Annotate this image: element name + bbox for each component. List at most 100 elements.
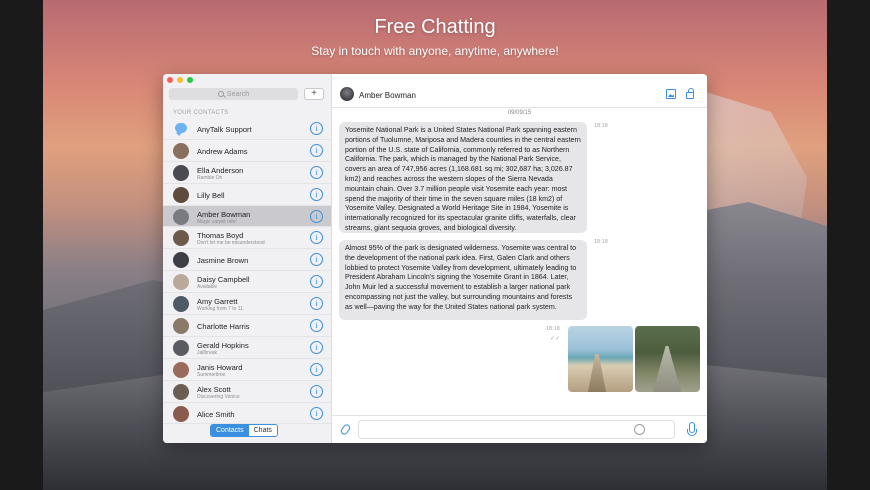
date-separator: 09/09/15 — [507, 110, 532, 116]
hero-title: Free Chatting — [374, 16, 496, 38]
image-icon[interactable] — [666, 89, 676, 99]
list-item[interactable]: Alex Scott Discovering Venice i — [163, 381, 331, 403]
microphone-icon[interactable] — [687, 422, 697, 436]
minimize-window-button[interactable] — [177, 77, 183, 83]
info-icon[interactable]: i — [310, 340, 323, 354]
contact-name: Daisy Campbell — [197, 275, 250, 285]
chat-contact-name: Amber Bowman — [359, 91, 416, 100]
window-controls — [167, 77, 193, 83]
list-item[interactable]: Amy Garrett Working from 7 to 11 i — [163, 293, 331, 316]
chat-header: Amber Bowman — [332, 74, 707, 108]
info-icon[interactable]: i — [310, 209, 323, 223]
contact-name: Amber Bowman — [197, 209, 251, 219]
info-icon[interactable]: i — [310, 143, 323, 157]
avatar — [173, 208, 189, 225]
list-item[interactable]: Thomas Boyd Don't let me be misunderstood… — [163, 227, 331, 250]
info-icon[interactable]: i — [310, 384, 323, 398]
chat-pane: Amber Bowman 09/09/15 Yosemite National … — [332, 74, 707, 443]
list-item[interactable]: Daisy Campbell Available i — [163, 271, 331, 294]
info-icon[interactable]: i — [310, 165, 323, 179]
read-receipt: ✓✓ — [550, 336, 561, 342]
message-time: 18:18 — [594, 239, 608, 245]
contact-name: Alex Scott — [197, 384, 231, 394]
contact-name: Alice Smith — [197, 409, 235, 419]
search-icon — [217, 91, 224, 97]
info-icon[interactable]: i — [310, 187, 323, 201]
info-icon[interactable]: i — [310, 231, 323, 245]
message-bubble[interactable]: Almost 95% of the park is designated wil… — [339, 240, 587, 320]
avatar — [173, 405, 189, 422]
avatar[interactable] — [340, 87, 354, 101]
avatar — [173, 142, 189, 159]
list-item[interactable]: Ella Anderson Ramble On i — [163, 162, 331, 184]
info-icon[interactable]: i — [310, 122, 323, 135]
avatar — [173, 318, 189, 335]
chat-bubble-icon — [175, 123, 187, 133]
contact-name: Ella Anderson — [197, 165, 244, 175]
section-label: YOUR CONTACTS — [173, 110, 229, 116]
sidebar: Search + YOUR CONTACTS AnyTalk Support i A… — [163, 74, 332, 443]
avatar — [173, 383, 189, 400]
message-bubble[interactable]: Yosemite National Park is a United State… — [339, 122, 587, 233]
message-time: 18:18 — [546, 326, 560, 332]
avatar — [173, 361, 189, 378]
avatar — [173, 230, 189, 247]
info-icon[interactable]: i — [310, 275, 323, 289]
contact-name: Gerald Hopkins — [197, 340, 249, 350]
tab-contacts[interactable]: Contacts — [211, 425, 249, 436]
info-icon[interactable]: i — [310, 362, 323, 376]
contact-list: AnyTalk Support i Andrew Adams i Ella Anders… — [163, 118, 331, 425]
search-placeholder: Search — [226, 90, 250, 98]
close-window-button[interactable] — [167, 77, 173, 83]
info-icon[interactable]: i — [310, 319, 323, 333]
avatar — [173, 296, 189, 313]
avatar — [173, 252, 189, 269]
list-item[interactable]: Lilly Bell i — [163, 184, 331, 206]
list-item[interactable]: Gerald Hopkins Jailbreak i — [163, 337, 331, 359]
avatar — [173, 339, 189, 356]
contact-name: Andrew Adams — [197, 146, 248, 156]
contact-status: Magic carpet ride! — [197, 218, 237, 225]
message-input[interactable] — [358, 420, 675, 439]
info-icon[interactable]: i — [310, 297, 323, 311]
contact-status: Working from 7 to 11 — [197, 306, 243, 313]
avatar — [173, 274, 189, 291]
composer — [332, 415, 707, 443]
paperclip-icon[interactable] — [339, 422, 352, 437]
search-input[interactable]: Search — [169, 88, 298, 100]
contact-status: Jailbreak — [197, 349, 218, 356]
add-contact-button[interactable]: + — [304, 88, 324, 100]
list-item[interactable]: Andrew Adams i — [163, 140, 331, 162]
lock-icon[interactable] — [686, 88, 694, 99]
list-item[interactable]: Charlotte Harris i — [163, 315, 331, 337]
avatar — [173, 164, 189, 181]
contact-name: Jasmine Brown — [197, 256, 249, 266]
contact-name: Janis Howard — [197, 362, 243, 372]
zoom-window-button[interactable] — [187, 77, 193, 83]
list-item[interactable]: AnyTalk Support i — [163, 118, 331, 140]
contact-status: Summertime — [197, 371, 226, 378]
avatar — [173, 186, 189, 203]
photo-attachment[interactable] — [635, 326, 700, 392]
contact-status: Available — [197, 284, 218, 291]
photo-attachment[interactable] — [568, 326, 633, 392]
message-time: 18:18 — [594, 123, 608, 129]
app-window: Search + YOUR CONTACTS AnyTalk Support i A… — [163, 74, 707, 443]
view-switcher: Contacts Chats — [210, 424, 278, 437]
list-item[interactable]: Amber Bowman Magic carpet ride! i — [163, 205, 331, 228]
contact-status: Don't let me be misunderstood — [197, 240, 265, 247]
contact-status: Ramble On — [197, 174, 223, 181]
tab-chats[interactable]: Chats — [248, 425, 277, 436]
contact-name: Amy Garrett — [197, 297, 238, 307]
emoji-icon[interactable] — [634, 424, 645, 435]
info-icon[interactable]: i — [310, 253, 323, 267]
contact-name: Lilly Bell — [197, 190, 225, 200]
list-item[interactable]: Alice Smith i — [163, 403, 331, 425]
contact-status: Discovering Venice — [197, 393, 240, 400]
list-item[interactable]: Janis Howard Summertime i — [163, 359, 331, 381]
contact-name: Thomas Boyd — [197, 231, 244, 241]
contact-name: Charlotte Harris — [197, 322, 250, 332]
info-icon[interactable]: i — [310, 406, 323, 420]
hero-subtitle: Stay in touch with anyone, anytime, anyw… — [311, 44, 559, 58]
list-item[interactable]: Jasmine Brown i — [163, 249, 331, 272]
